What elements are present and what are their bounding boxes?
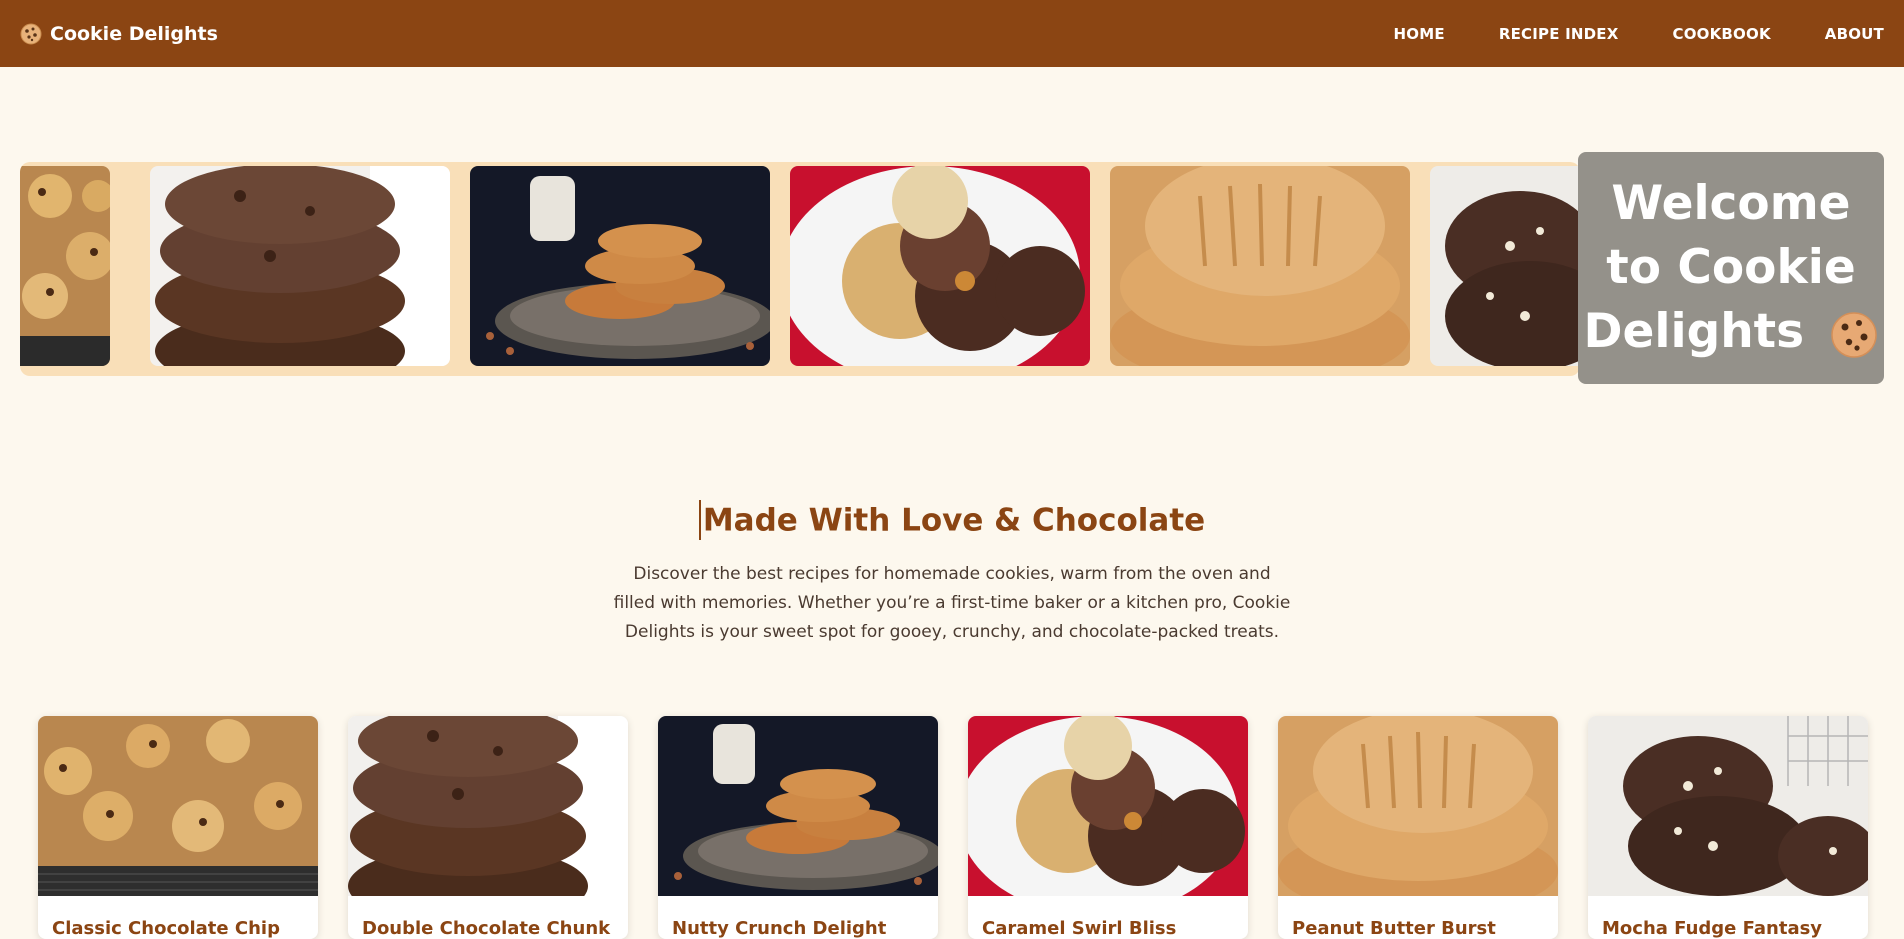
recipe-card-double-chocolate-chunk[interactable]: Double Chocolate Chunk bbox=[348, 716, 628, 939]
recipe-image bbox=[1278, 716, 1558, 896]
section-description: Discover the best recipes for homemade c… bbox=[613, 564, 1291, 642]
recipe-image bbox=[348, 716, 628, 896]
brand-logo[interactable]: Cookie Delights bbox=[20, 23, 218, 45]
recipe-cards: Classic Chocolate Chip Double Chocolate … bbox=[38, 716, 1868, 939]
welcome-heading: Welcome to Cookie Delights bbox=[1583, 172, 1878, 364]
welcome-box: Welcome to Cookie Delights bbox=[1578, 152, 1884, 384]
nav-cookbook[interactable]: COOKBOOK bbox=[1672, 25, 1770, 43]
recipe-title: Peanut Butter Burst bbox=[1292, 918, 1496, 939]
recipe-image bbox=[968, 716, 1248, 896]
carousel-slide-double-chocolate-chunk[interactable] bbox=[150, 166, 450, 366]
top-navbar: Cookie Delights HOME RECIPE INDEX COOKBO… bbox=[0, 0, 1904, 67]
carousel-slide-nutty-crunch-delight[interactable] bbox=[470, 166, 770, 366]
recipe-title: Nutty Crunch Delight bbox=[672, 918, 887, 939]
recipe-title: Mocha Fudge Fantasy bbox=[1602, 918, 1823, 939]
recipe-image bbox=[38, 716, 318, 896]
brand-name: Cookie Delights bbox=[50, 22, 218, 45]
cookie-icon bbox=[20, 23, 42, 44]
welcome-line-3-text: Delights bbox=[1583, 304, 1805, 359]
nav-recipe-index[interactable]: RECIPE INDEX bbox=[1499, 25, 1619, 43]
section-title: Made With Love & Chocolate bbox=[0, 500, 1904, 542]
nav-home[interactable]: HOME bbox=[1394, 25, 1445, 43]
recipe-card-classic-chocolate-chip[interactable]: Classic Chocolate Chip bbox=[38, 716, 318, 939]
recipe-title: Classic Chocolate Chip bbox=[52, 918, 280, 939]
nav-about[interactable]: ABOUT bbox=[1825, 25, 1884, 43]
welcome-line-3: Delights bbox=[1583, 300, 1878, 364]
recipe-card-nutty-crunch-delight[interactable]: Nutty Crunch Delight bbox=[658, 716, 938, 939]
welcome-line-1: Welcome bbox=[1611, 176, 1851, 231]
recipe-image bbox=[1588, 716, 1868, 896]
welcome-line-2: to Cookie bbox=[1606, 240, 1856, 295]
text-caret bbox=[698, 500, 701, 540]
hero-carousel[interactable] bbox=[20, 162, 1580, 376]
main-nav: HOME RECIPE INDEX COOKBOOK ABOUT bbox=[1340, 25, 1884, 43]
recipe-card-peanut-butter-burst[interactable]: Peanut Butter Burst bbox=[1278, 716, 1558, 939]
recipe-title: Caramel Swirl Bliss bbox=[982, 918, 1177, 939]
carousel-slide-peanut-butter-burst[interactable] bbox=[1110, 166, 1410, 366]
recipe-card-caramel-swirl-bliss[interactable]: Caramel Swirl Bliss bbox=[968, 716, 1248, 939]
carousel-slide-classic-chocolate-chip[interactable] bbox=[20, 166, 110, 366]
recipe-card-mocha-fudge-fantasy[interactable]: Mocha Fudge Fantasy bbox=[1588, 716, 1868, 939]
recipe-image bbox=[658, 716, 938, 896]
recipe-title: Double Chocolate Chunk bbox=[362, 918, 611, 939]
section-title-text: Made With Love & Chocolate bbox=[702, 502, 1206, 539]
cookie-emoji-icon bbox=[1830, 311, 1877, 358]
carousel-slide-mocha-fudge-fantasy[interactable] bbox=[1430, 166, 1580, 366]
carousel-slide-caramel-swirl-bliss[interactable] bbox=[790, 166, 1090, 366]
